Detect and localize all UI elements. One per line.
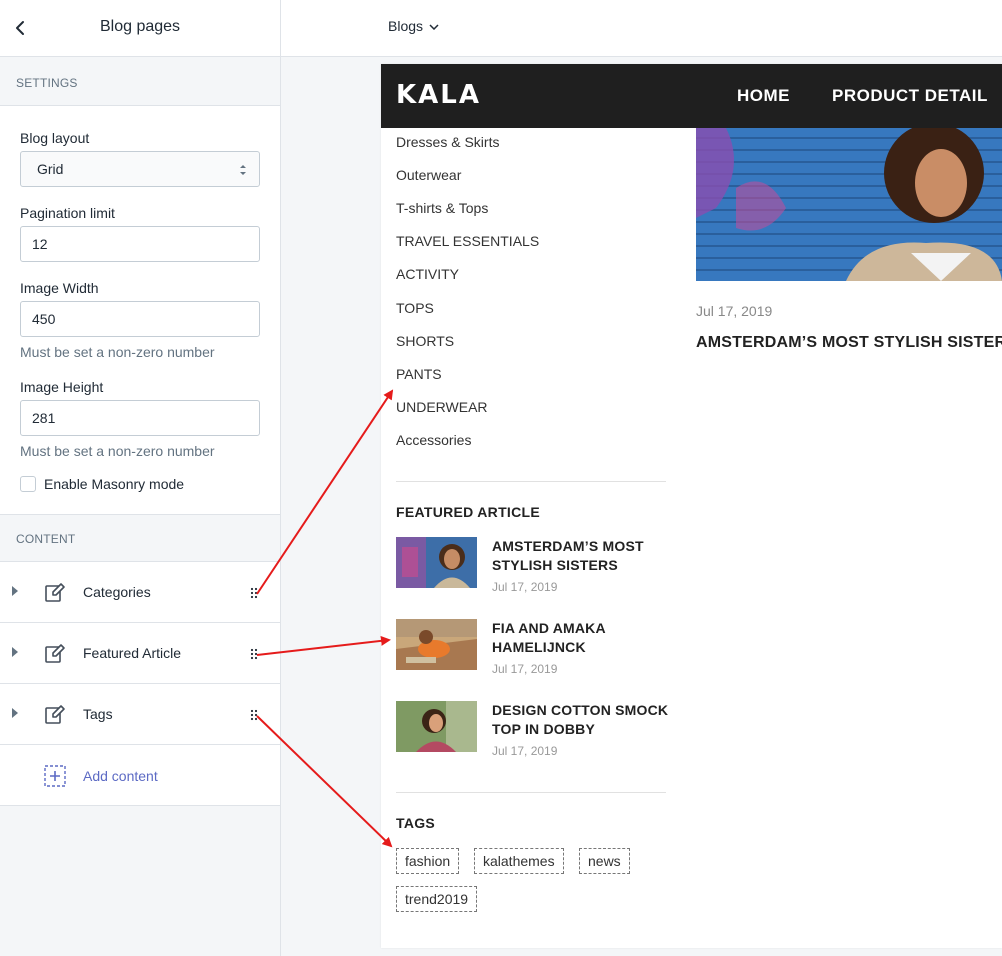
drag-handle-icon[interactable] — [250, 648, 258, 660]
featured-article-date: Jul 17, 2019 — [492, 662, 558, 676]
store-header: KALA HOME PRODUCT DETAIL — [381, 64, 1002, 128]
featured-article-title: FEATURED ARTICLE — [396, 504, 541, 520]
divider — [396, 481, 666, 482]
caret-right-icon[interactable] — [12, 586, 18, 596]
featured-thumbnail[interactable] — [396, 537, 477, 588]
nav-home[interactable]: HOME — [737, 86, 790, 106]
tag-chip[interactable]: trend2019 — [396, 886, 478, 912]
caret-right-icon[interactable] — [12, 647, 18, 657]
add-section-icon — [44, 765, 66, 787]
image-width-label: Image Width — [20, 280, 99, 296]
category-link[interactable]: SHORTS — [396, 333, 454, 349]
content-item-label: Featured Article — [83, 645, 182, 661]
category-link[interactable]: Accessories — [396, 432, 471, 448]
article-date: Jul 17, 2019 — [696, 303, 773, 319]
tags-title: TAGS — [396, 815, 436, 831]
category-link[interactable]: Outerwear — [396, 167, 461, 183]
drag-handle-icon[interactable] — [250, 587, 258, 599]
article-hero-image[interactable] — [696, 128, 1002, 281]
featured-article-date: Jul 17, 2019 — [492, 744, 558, 758]
category-link[interactable]: T-shirts & Tops — [396, 200, 488, 216]
settings-section: Blog layout Grid Pagination limit 12 Ima… — [0, 105, 280, 515]
divider — [396, 792, 666, 793]
settings-section-label: SETTINGS — [16, 76, 78, 90]
content-item-label: Categories — [83, 584, 151, 600]
select-arrows-icon — [240, 165, 246, 175]
content-item-tags[interactable]: Tags — [0, 684, 280, 745]
content-item-label: Tags — [83, 706, 113, 722]
category-link[interactable]: Dresses & Skirts — [396, 134, 499, 150]
chevron-down-icon — [429, 24, 439, 31]
featured-article-date: Jul 17, 2019 — [492, 580, 558, 594]
content-section-label: CONTENT — [16, 532, 76, 546]
category-link[interactable]: ACTIVITY — [396, 266, 459, 282]
article-title-link[interactable]: AMSTERDAM’S MOST STYLISH SISTERS — [696, 334, 1002, 352]
blog-layout-value: Grid — [37, 161, 64, 177]
tag-chip[interactable]: news — [579, 848, 630, 874]
pagination-label: Pagination limit — [20, 205, 115, 221]
masonry-label: Enable Masonry mode — [44, 476, 185, 492]
pagination-limit-input[interactable]: 12 — [20, 226, 260, 262]
image-height-label: Image Height — [20, 379, 104, 395]
category-link[interactable]: PANTS — [396, 366, 442, 382]
featured-article-link[interactable]: FIA AND AMAKA HAMELIJNCK — [492, 619, 672, 657]
edit-section-icon — [45, 583, 65, 602]
preview-topbar: Blogs — [281, 0, 1002, 57]
masonry-checkbox[interactable] — [20, 476, 36, 492]
blog-layout-label: Blog layout — [20, 130, 90, 146]
content-item-categories[interactable]: Categories — [0, 562, 280, 623]
image-width-input[interactable]: 450 — [20, 301, 260, 337]
content-section: Categories Featured Article Tags Add con… — [0, 561, 280, 806]
tag-chip[interactable]: kalathemes — [474, 848, 564, 874]
nav-product-detail[interactable]: PRODUCT DETAIL — [832, 86, 988, 106]
tag-chip[interactable]: fashion — [396, 848, 460, 874]
featured-article-link[interactable]: AMSTERDAM’S MOST STYLISH SISTERS — [492, 537, 672, 575]
caret-right-icon[interactable] — [12, 708, 18, 718]
editor-sidebar: Blog pages SETTINGS Blog layout Grid Pag… — [0, 0, 281, 956]
image-height-input[interactable]: 281 — [20, 400, 260, 436]
panel-title: Blog pages — [99, 18, 181, 35]
panel-header: Blog pages — [0, 0, 280, 57]
category-link[interactable]: TOPS — [396, 300, 434, 316]
drag-handle-icon[interactable] — [250, 709, 258, 721]
edit-section-icon — [45, 644, 65, 663]
image-height-help: Must be set a non-zero number — [20, 443, 215, 459]
content-item-featured-article[interactable]: Featured Article — [0, 623, 280, 684]
blogs-dropdown[interactable]: Blogs — [388, 18, 439, 34]
image-width-help: Must be set a non-zero number — [20, 344, 215, 360]
store-logo[interactable]: KALA — [396, 80, 481, 110]
add-content-label: Add content — [83, 768, 158, 784]
featured-thumbnail[interactable] — [396, 619, 477, 670]
featured-thumbnail[interactable] — [396, 701, 477, 752]
edit-section-icon — [45, 705, 65, 724]
category-link[interactable]: UNDERWEAR — [396, 399, 488, 415]
add-content-button[interactable]: Add content — [0, 745, 280, 806]
blog-layout-select[interactable]: Grid — [20, 151, 260, 187]
store-preview: KALA HOME PRODUCT DETAIL Dresses & Skirt… — [381, 64, 1002, 948]
featured-article-link[interactable]: DESIGN COTTON SMOCK TOP IN DOBBY — [492, 701, 672, 739]
category-link[interactable]: TRAVEL ESSENTIALS — [396, 233, 539, 249]
blogs-dropdown-label: Blogs — [388, 18, 424, 34]
